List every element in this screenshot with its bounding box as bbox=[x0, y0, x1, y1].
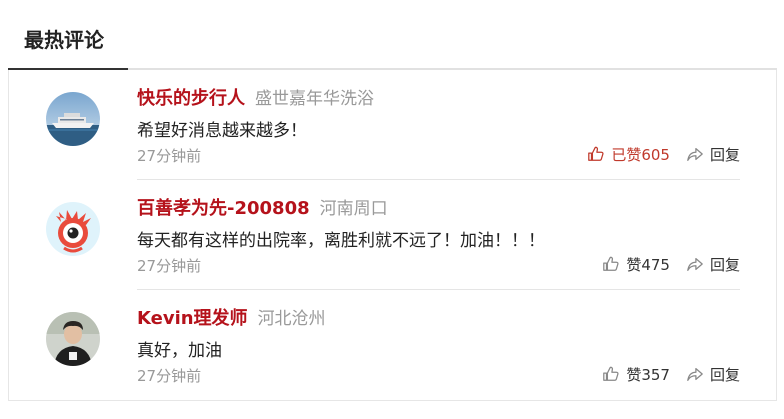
comment-location: 河南周口 bbox=[319, 199, 388, 219]
person-photo-avatar-icon bbox=[46, 312, 100, 366]
like-button[interactable]: 赞475 bbox=[602, 254, 670, 275]
section-header: 最热评论 bbox=[8, 0, 777, 70]
reply-label: 回复 bbox=[709, 255, 740, 274]
comment-actions: 赞475 回复 bbox=[602, 254, 740, 274]
comment-username[interactable]: 百善孝为先-200808 河南周口 bbox=[137, 194, 388, 220]
username-text[interactable]: 快乐的步行人 bbox=[137, 88, 245, 109]
comments-widget: 最热评论 快乐的步行人 盛世嘉年华洗浴 希望好消息越来越多！ 27分钟前 已赞6… bbox=[0, 0, 784, 419]
thumbs-up-icon bbox=[603, 366, 619, 381]
thumbs-up-icon bbox=[603, 256, 619, 271]
section-title: 最热评论 bbox=[24, 28, 104, 52]
comment-actions: 已赞605 回复 bbox=[587, 144, 740, 164]
share-arrow-icon bbox=[687, 367, 703, 381]
comment-time: 27分钟前 bbox=[137, 367, 202, 385]
avatar[interactable] bbox=[46, 92, 100, 146]
username-text[interactable]: Kevin理发师 bbox=[137, 308, 248, 329]
like-count: 赞357 bbox=[626, 365, 670, 384]
reply-button[interactable]: 回复 bbox=[686, 254, 740, 275]
comment-location: 盛世嘉年华洗浴 bbox=[255, 89, 374, 109]
comment-text: 真好，加油 bbox=[137, 341, 222, 361]
comment-list: 快乐的步行人盛世嘉年华洗浴 希望好消息越来越多！ 27分钟前 已赞605 回复 bbox=[8, 70, 777, 401]
reply-button[interactable]: 回复 bbox=[686, 144, 740, 165]
thumbs-up-icon bbox=[588, 146, 604, 161]
share-arrow-icon bbox=[687, 147, 703, 161]
avatar[interactable] bbox=[46, 312, 100, 366]
comment-time: 27分钟前 bbox=[137, 147, 202, 165]
comment-item: 百善孝为先-200808 河南周口 每天都有这样的出院率，离胜利就不远了！加油！！… bbox=[9, 180, 776, 290]
cruise-ship-avatar-icon bbox=[46, 92, 100, 146]
like-button[interactable]: 赞357 bbox=[602, 364, 670, 385]
reply-button[interactable]: 回复 bbox=[686, 364, 740, 385]
comment-item: Kevin理发师 河北沧州 真好，加油 27分钟前 赞357 回复 bbox=[9, 290, 776, 400]
comment-username[interactable]: 快乐的步行人 盛世嘉年华洗浴 bbox=[137, 84, 374, 110]
reply-label: 回复 bbox=[709, 365, 740, 384]
avatar[interactable] bbox=[46, 202, 100, 256]
comment-actions: 赞357 回复 bbox=[602, 364, 740, 384]
like-count: 已赞605 bbox=[611, 145, 670, 164]
comment-item: 快乐的步行人 盛世嘉年华洗浴 希望好消息越来越多！ 27分钟前 已赞605 回复 bbox=[9, 70, 776, 180]
like-button[interactable]: 已赞605 bbox=[587, 144, 670, 165]
comment-text: 希望好消息越来越多！ bbox=[137, 121, 307, 141]
comment-username[interactable]: Kevin理发师 河北沧州 bbox=[137, 304, 326, 330]
comment-location: 河北沧州 bbox=[257, 309, 326, 329]
username-text[interactable]: 百善孝为先-200808 bbox=[137, 198, 310, 219]
like-count: 赞475 bbox=[626, 255, 670, 274]
weibo-mascot-avatar-icon bbox=[46, 202, 100, 256]
share-arrow-icon bbox=[687, 257, 703, 271]
comment-text: 每天都有这样的出院率，离胜利就不远了！加油！！！ bbox=[137, 231, 545, 251]
comment-time: 27分钟前 bbox=[137, 257, 202, 275]
reply-label: 回复 bbox=[709, 145, 740, 164]
